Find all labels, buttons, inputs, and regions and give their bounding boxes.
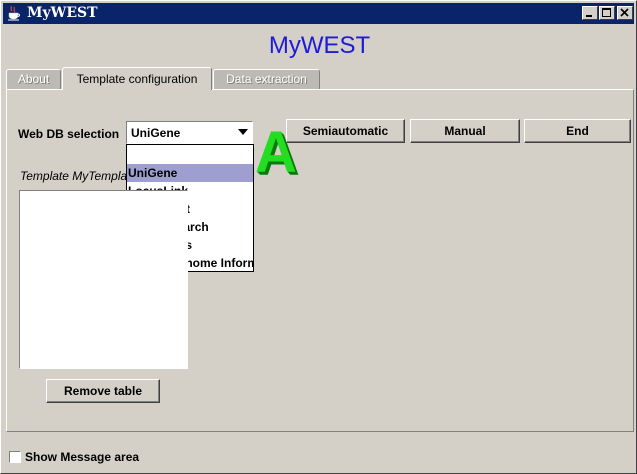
title-bar[interactable]: MyWEST [3, 3, 634, 24]
end-button[interactable]: End [524, 119, 631, 143]
show-message-label[interactable]: Show Message area [25, 449, 139, 465]
tab-template-configuration[interactable]: Template configuration [62, 67, 212, 90]
maximize-icon [602, 8, 611, 17]
app-heading: MyWEST [268, 32, 371, 59]
web-db-combobox[interactable]: UniGene [126, 121, 253, 144]
manual-button[interactable]: Manual [410, 119, 520, 143]
window-title: MyWEST [27, 5, 98, 21]
dropdown-arrow-icon[interactable] [238, 129, 248, 135]
semiautomatic-button[interactable]: Semiautomatic [286, 119, 405, 143]
combobox-value: UniGene [131, 126, 181, 140]
dropdown-option-unigene[interactable]: UniGene [127, 164, 253, 182]
minimize-button[interactable] [582, 6, 598, 20]
java-cup-icon [8, 5, 20, 21]
close-button[interactable] [617, 6, 633, 20]
main-window: MyWEST MyWEST About Template configurati… [0, 0, 637, 474]
annotation-letter: A [255, 120, 297, 185]
close-icon [620, 8, 629, 17]
web-db-selection-label: Web DB selection [18, 127, 120, 141]
minimize-icon [586, 15, 592, 17]
dropdown-option-empty[interactable] [127, 145, 253, 163]
maximize-button[interactable] [599, 6, 615, 20]
remove-table-button[interactable]: Remove table [46, 379, 160, 403]
tab-about[interactable]: About [6, 69, 61, 89]
tab-data-extraction[interactable]: Data extraction [213, 69, 320, 89]
show-message-checkbox[interactable] [9, 451, 21, 463]
template-table-area[interactable] [19, 190, 188, 369]
template-label: Template MyTemplate [20, 169, 126, 183]
